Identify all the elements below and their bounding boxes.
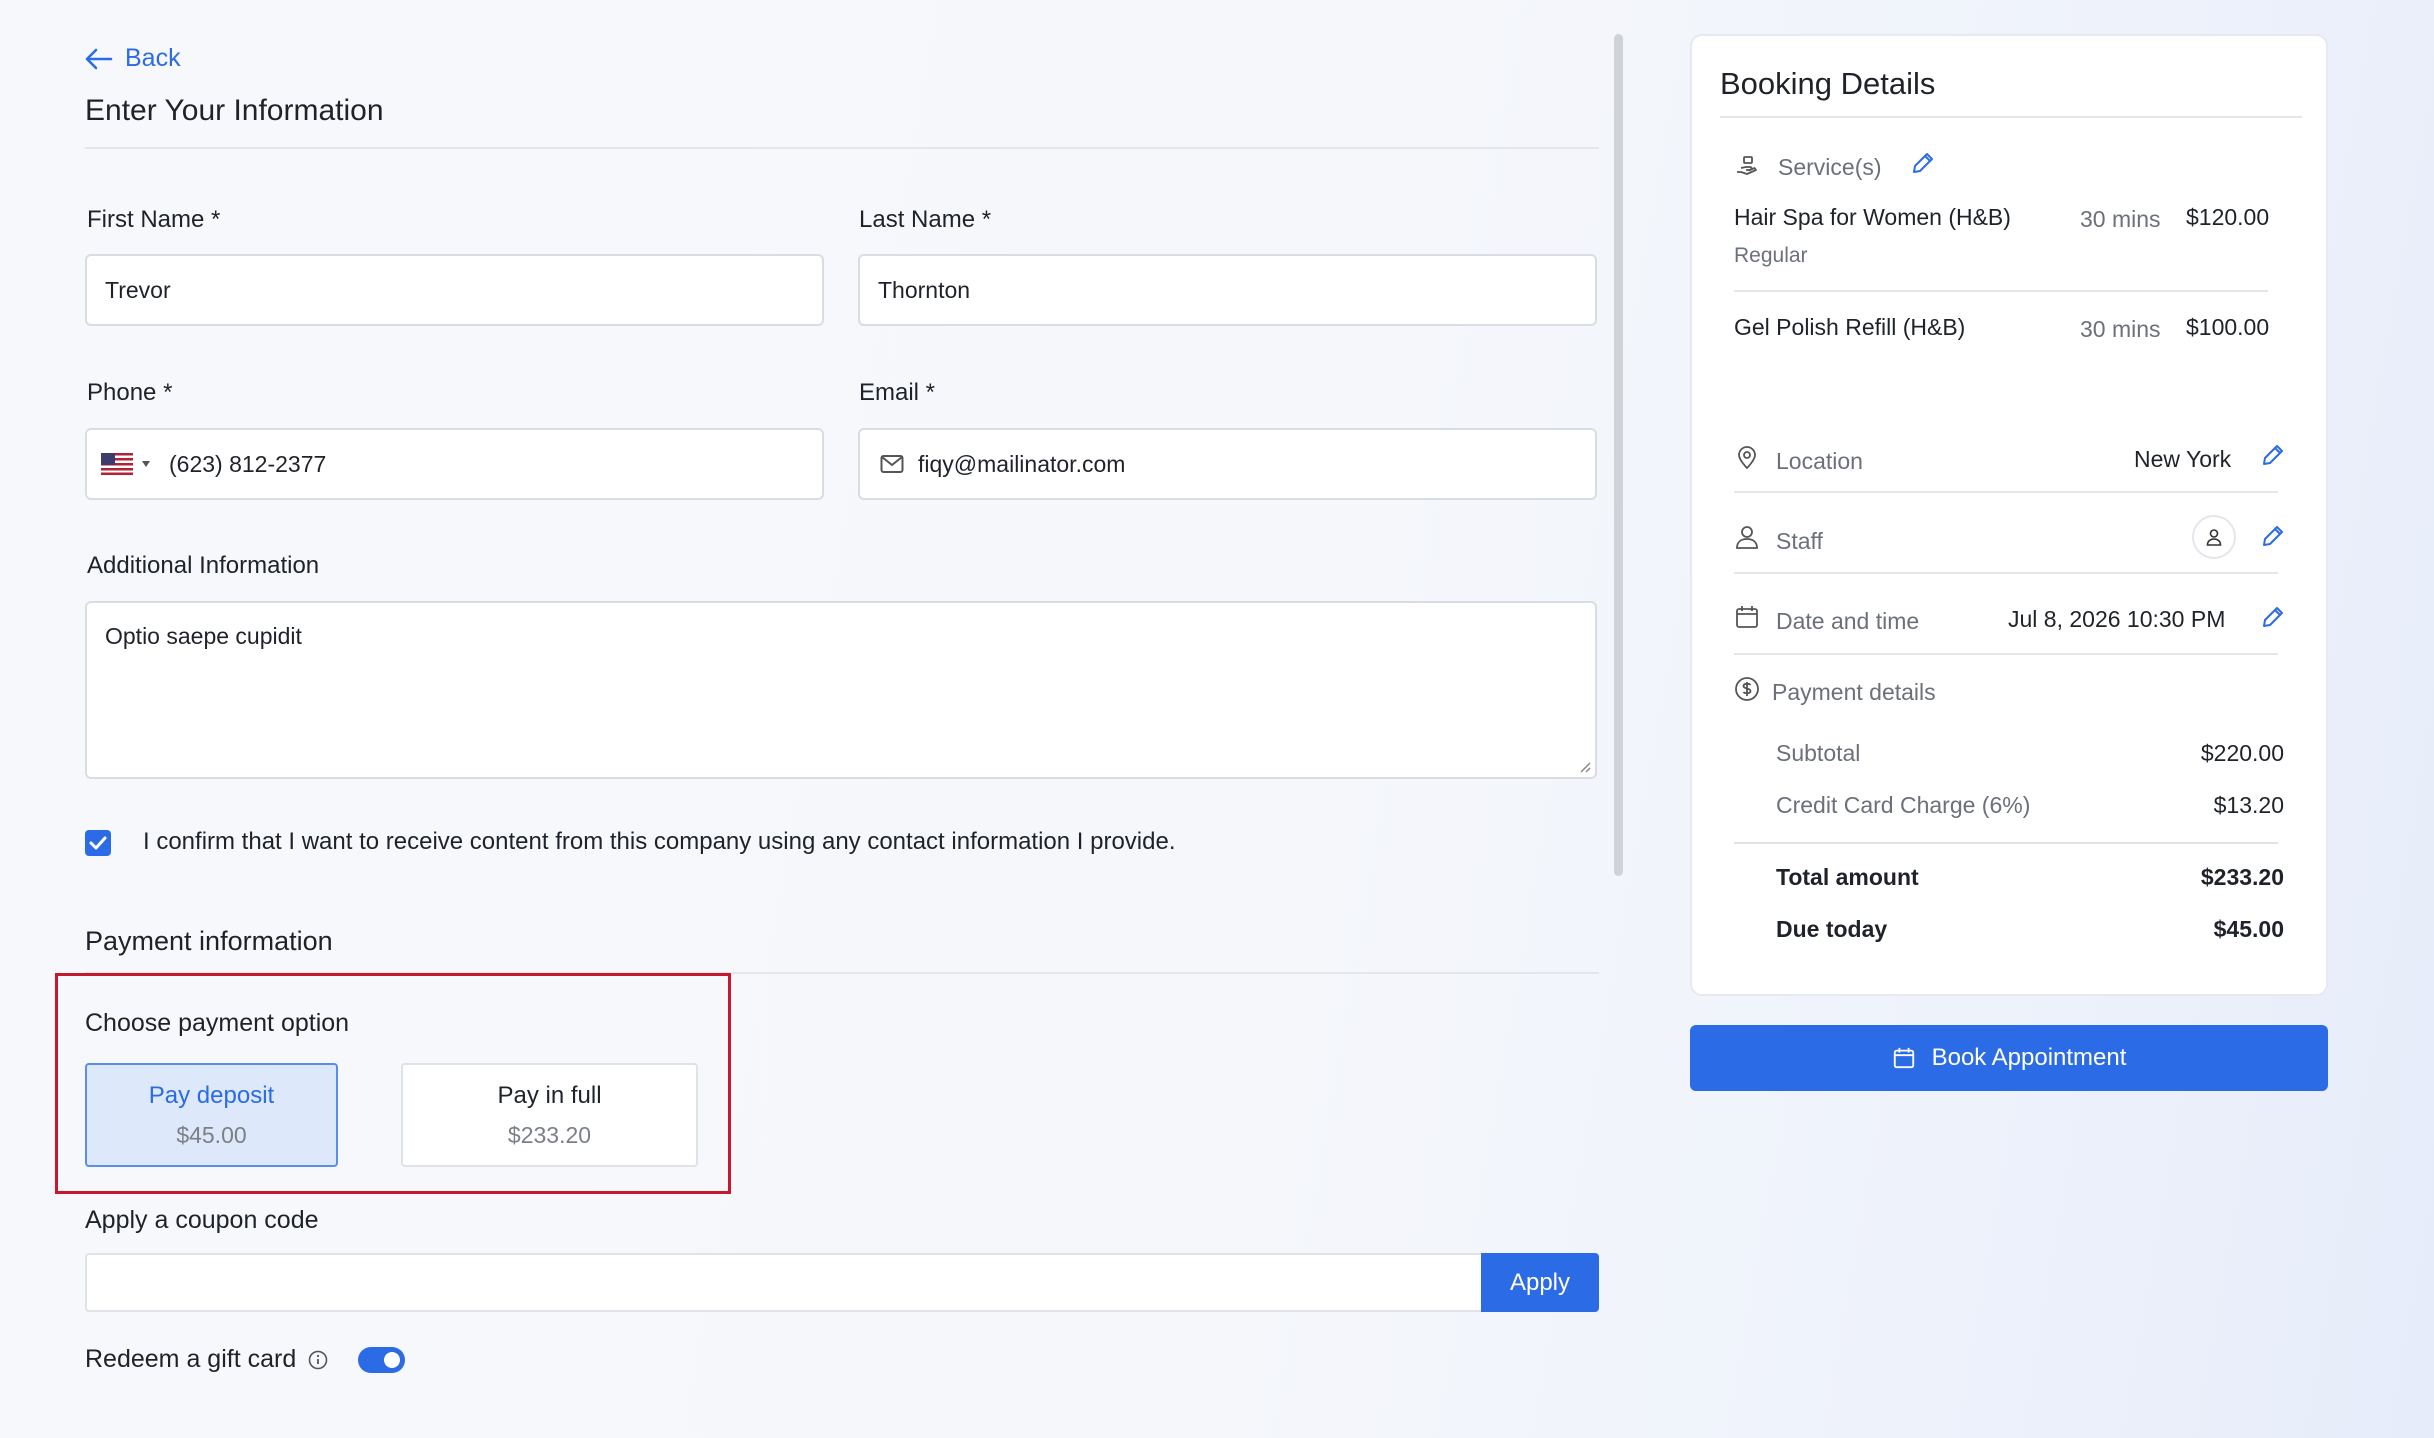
title-divider [85, 147, 1599, 149]
booking-details-card: Booking Details Service(s) Hair Spa for … [1690, 34, 2328, 996]
phone-input[interactable]: (623) 812-2377 [85, 428, 824, 500]
cc-charge-label: Credit Card Charge (6%) [1776, 792, 2031, 818]
datetime-value: Jul 8, 2026 10:30 PM [2008, 606, 2226, 632]
staff-divider [1734, 572, 2278, 574]
book-appointment-button[interactable]: Book Appointment [1690, 1025, 2328, 1091]
service-2-name: Gel Polish Refill (H&B) [1734, 314, 1966, 340]
cc-charge-value: $13.20 [2213, 792, 2284, 818]
card-title-divider [1720, 116, 2302, 118]
service-2-price: $100.00 [2186, 314, 2270, 340]
staff-avatar[interactable] [2192, 515, 2236, 559]
pay-full-label: Pay in full [497, 1081, 602, 1109]
edit-datetime-pencil-icon[interactable] [2260, 604, 2286, 630]
service-hand-icon [1737, 156, 1757, 175]
caret-down-icon [142, 461, 150, 467]
back-link[interactable]: Back [85, 44, 181, 73]
person-icon [1736, 526, 1758, 549]
coupon-label: Apply a coupon code [85, 1206, 319, 1234]
subtotal-label: Subtotal [1776, 740, 1861, 766]
location-value: New York [2134, 446, 2232, 472]
edit-services-pencil-icon[interactable] [1910, 150, 1936, 176]
phone-label: Phone * [87, 379, 173, 406]
edit-staff-pencil-icon[interactable] [2260, 523, 2286, 549]
first-name-label: First Name * [87, 206, 221, 233]
pay-full-amount: $233.20 [507, 1121, 592, 1148]
mail-icon [880, 455, 904, 473]
service-1-price: $120.00 [2186, 204, 2270, 230]
additional-info-value: Optio saepe cupidit [105, 623, 302, 649]
pay-deposit-option[interactable]: Pay deposit $45.00 [85, 1063, 338, 1167]
pay-full-option[interactable]: Pay in full $233.20 [401, 1063, 698, 1167]
user-avatar-icon [2206, 529, 2222, 546]
subtotal-value: $220.00 [2200, 740, 2284, 766]
service-1-name: Hair Spa for Women (H&B) [1734, 204, 2011, 230]
location-label: Location [1776, 448, 1863, 474]
us-flag-icon [101, 453, 133, 475]
services-divider [1734, 290, 2268, 292]
due-today-value: $45.00 [2213, 916, 2284, 942]
consent-checkbox[interactable] [85, 830, 111, 856]
gift-card-toggle[interactable] [358, 1346, 406, 1373]
dollar-circle-icon [1735, 677, 1759, 701]
page-title: Enter Your Information [85, 94, 384, 127]
location-divider [1734, 491, 2278, 493]
due-today-label: Due today [1776, 916, 1888, 942]
additional-info-textarea[interactable]: Optio saepe cupidit [85, 601, 1597, 779]
arrow-left-icon [85, 48, 113, 69]
first-name-input[interactable]: Trevor [85, 254, 824, 326]
gift-card-label: Redeem a gift card [85, 1345, 297, 1373]
last-name-label: Last Name * [859, 206, 992, 233]
pay-deposit-amount: $45.00 [176, 1121, 247, 1148]
location-pin-icon [1738, 446, 1756, 470]
calendar-icon [1893, 1047, 1914, 1069]
service-1-duration: 30 mins [2080, 206, 2161, 232]
total-amount-value: $233.20 [2200, 864, 2284, 890]
datetime-divider [1734, 653, 2278, 655]
service-1-variant: Regular [1734, 244, 1808, 267]
check-icon [89, 836, 107, 850]
booking-details-title: Booking Details [1720, 66, 1936, 101]
last-name-input[interactable]: Thornton [858, 254, 1597, 326]
gift-card-row: Redeem a gift card [85, 1345, 406, 1374]
email-input[interactable]: fiqy@mailinator.com [858, 428, 1597, 500]
payment-section-title: Payment information [85, 926, 333, 956]
datetime-label: Date and time [1776, 608, 1920, 634]
totals-divider [1734, 842, 2278, 844]
last-name-value: Thornton [878, 276, 971, 303]
phone-value: (623) 812-2377 [169, 450, 327, 477]
payment-details-label: Payment details [1772, 679, 1936, 705]
form-scrollbar[interactable] [1614, 34, 1623, 876]
coupon-input[interactable] [85, 1253, 1482, 1312]
book-appointment-label: Book Appointment [1931, 1044, 2127, 1071]
email-value: fiqy@mailinator.com [918, 450, 1126, 477]
info-icon[interactable] [308, 1350, 328, 1370]
apply-coupon-button[interactable]: Apply [1481, 1253, 1599, 1312]
additional-info-label: Additional Information [87, 552, 320, 579]
first-name-value: Trevor [105, 276, 171, 303]
customer-form: Back Enter Your Information First Name *… [55, 0, 1600, 1438]
back-label: Back [125, 44, 181, 72]
service-2-duration: 30 mins [2080, 316, 2161, 342]
resize-handle-icon[interactable] [1577, 759, 1591, 773]
staff-label: Staff [1776, 528, 1823, 554]
consent-text: I confirm that I want to receive content… [143, 828, 1176, 855]
pay-deposit-label: Pay deposit [148, 1081, 275, 1109]
services-label: Service(s) [1778, 154, 1882, 180]
email-label: Email * [859, 379, 936, 406]
total-amount-label: Total amount [1776, 864, 1919, 890]
calendar-icon [1736, 606, 1758, 628]
country-selector[interactable] [101, 453, 151, 475]
edit-location-pencil-icon[interactable] [2260, 442, 2286, 468]
choose-payment-label: Choose payment option [85, 1009, 350, 1037]
